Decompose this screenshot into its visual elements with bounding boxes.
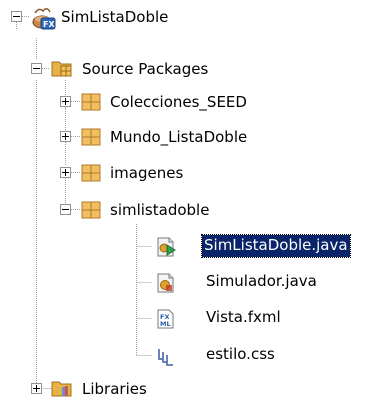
package-icon	[80, 162, 102, 184]
tree-label-file: Vista.fxml	[206, 308, 281, 326]
tree-node-libraries[interactable]: Libraries	[0, 372, 385, 402]
expand-toggle-package[interactable]	[60, 167, 71, 178]
tree-label-package: Colecciones_SEED	[110, 93, 247, 111]
tree-label-libraries: Libraries	[82, 380, 147, 398]
source-packages-folder-icon	[50, 56, 74, 80]
java-main-class-icon	[155, 236, 177, 258]
expand-toggle-libraries[interactable]	[31, 383, 42, 394]
expand-toggle-package[interactable]	[60, 96, 71, 107]
svg-text:ML: ML	[160, 320, 171, 328]
tree-node-file[interactable]: FX ML Vista.fxml	[0, 305, 385, 335]
svg-text:FX: FX	[43, 20, 55, 29]
tree-label-file: estilo.css	[206, 345, 275, 363]
tree-node-source-packages[interactable]: Source Packages	[0, 52, 385, 82]
tree-label-project: SimListaDoble	[61, 8, 169, 26]
tree-node-project[interactable]: FX SimListaDoble	[0, 0, 385, 30]
tree-node-file[interactable]: Simulador.java	[0, 269, 385, 299]
collapse-toggle-source-packages[interactable]	[31, 63, 42, 74]
collapse-toggle-project[interactable]	[11, 11, 22, 22]
collapse-toggle-package[interactable]	[60, 204, 71, 215]
tree-label-file: SimListaDoble.java	[201, 234, 351, 258]
tree-node-package[interactable]: imagenes	[0, 159, 385, 189]
tree-label-file: Simulador.java	[206, 272, 317, 290]
tree-node-package[interactable]: simlistadoble	[0, 196, 385, 226]
tree-node-file[interactable]: estilo.css	[0, 342, 385, 372]
libraries-folder-icon	[50, 376, 74, 400]
package-icon	[80, 126, 102, 148]
package-icon	[80, 199, 102, 221]
project-tree: FX SimListaDoble Source Packages Colecci…	[0, 0, 385, 403]
package-icon	[80, 91, 102, 113]
tree-label-source-packages: Source Packages	[82, 60, 209, 78]
tree-node-package[interactable]: Colecciones_SEED	[0, 88, 385, 118]
javafx-project-icon: FX	[30, 4, 56, 30]
tree-label-package: simlistadoble	[110, 201, 210, 219]
tree-label-package: imagenes	[110, 164, 184, 182]
tree-label-package: Mundo_ListaDoble	[110, 128, 248, 146]
tree-node-file[interactable]: SimListaDoble.java	[0, 233, 385, 263]
java-class-icon	[155, 272, 177, 294]
expand-toggle-package[interactable]	[60, 131, 71, 142]
fxml-file-icon: FX ML	[155, 308, 177, 330]
css-file-icon	[155, 345, 177, 367]
tree-node-package[interactable]: Mundo_ListaDoble	[0, 123, 385, 153]
